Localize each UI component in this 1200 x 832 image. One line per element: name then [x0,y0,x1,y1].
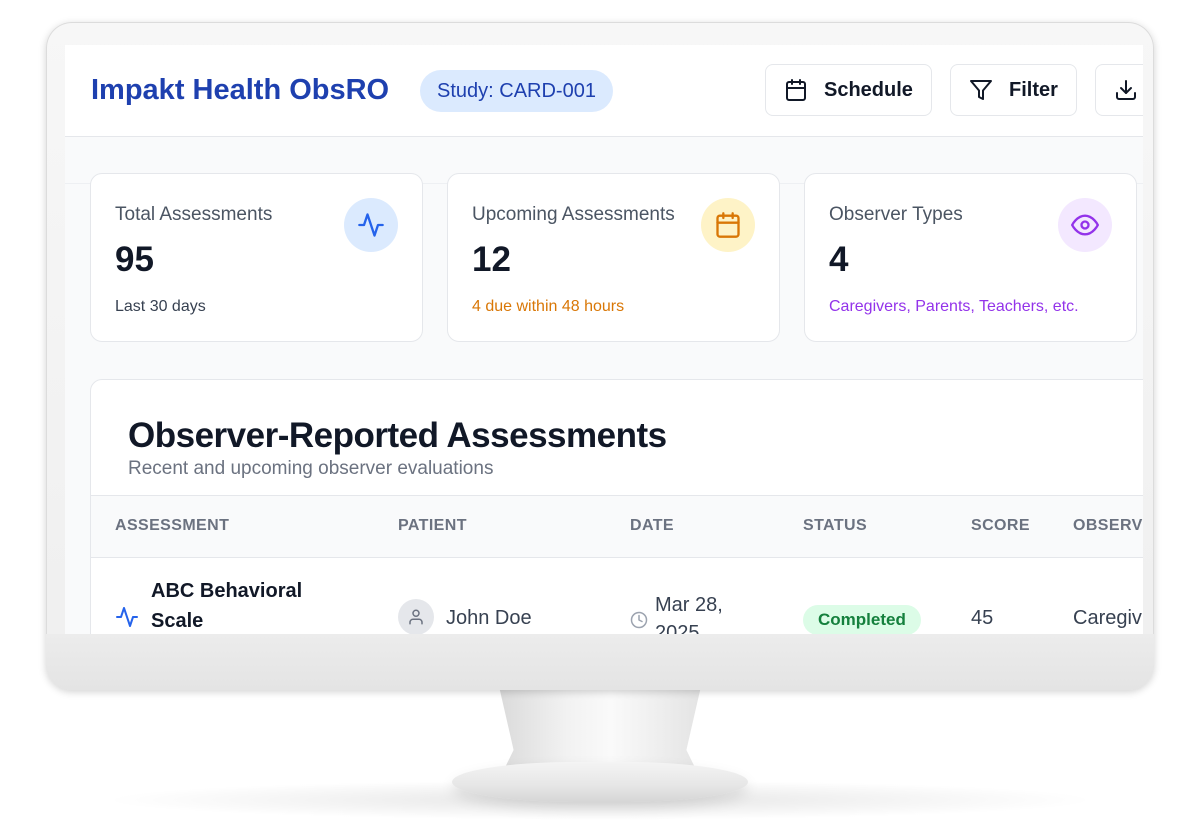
stat-value: 95 [115,240,154,279]
column-header-status[interactable]: STATUS [803,517,867,535]
activity-icon [116,607,138,627]
stat-subtitle: Last 30 days [115,298,206,315]
avatar [398,599,434,634]
status-badge: Completed [803,605,921,634]
app-screen: Impakt Health ObsRO Study: CARD-001 Sche… [65,45,1143,634]
column-header-observer[interactable]: OBSERVI [1073,517,1143,535]
stat-card-upcoming: Upcoming Assessments 12 4 due within 48 … [447,173,780,342]
column-header-assessment[interactable]: ASSESSMENT [115,517,229,535]
study-badge[interactable]: Study: CARD-001 [420,70,613,112]
assessments-panel: Observer-Reported Assessments Recent and… [90,379,1143,634]
panel-title: Observer-Reported Assessments [128,416,667,455]
top-bar: Impakt Health ObsRO Study: CARD-001 Sche… [65,45,1143,137]
calendar-icon [786,79,806,101]
assessment-date: Mar 28, 2025 [655,594,723,634]
calendar-icon [701,198,755,252]
column-header-score[interactable]: SCORE [971,517,1030,535]
stat-subtitle: 4 due within 48 hours [472,298,625,315]
assessment-name[interactable]: ABC Behavioral Scale [151,576,341,634]
clock-icon [630,611,648,629]
stat-title: Upcoming Assessments [472,204,675,225]
download-icon [1116,80,1136,100]
column-header-date[interactable]: DATE [630,517,674,535]
filter-button[interactable]: Filter [950,64,1077,116]
filter-label: Filter [1009,78,1058,101]
column-header-patient[interactable]: PATIENT [398,517,467,535]
activity-icon [344,198,398,252]
filter-icon [970,80,992,100]
brand-title: Impakt Health ObsRO [91,74,390,106]
patient-name: John Doe [446,607,532,629]
export-button[interactable] [1095,64,1143,116]
eye-icon [1058,198,1112,252]
table-header: ASSESSMENT PATIENT DATE STATUS SCORE OBS… [91,495,1143,558]
monitor-base [452,762,748,802]
user-icon [409,609,423,625]
stat-title: Observer Types [829,204,963,225]
table-row[interactable]: ABC Behavioral Scale John Doe Mar 28, 20… [91,557,1143,634]
stat-subtitle: Caregivers, Parents, Teachers, etc. [829,298,1079,315]
stat-value: 4 [829,240,849,279]
assessment-score: 45 [971,607,994,629]
panel-subtitle: Recent and upcoming observer evaluations [128,458,494,479]
monitor-chin [46,634,1154,690]
stat-value: 12 [472,240,511,279]
observer-type: Caregiv [1073,607,1142,629]
schedule-button[interactable]: Schedule [765,64,932,116]
stat-title: Total Assessments [115,204,273,225]
schedule-label: Schedule [824,78,913,101]
stat-card-total: Total Assessments 95 Last 30 days [90,173,423,342]
stat-card-observer-types: Observer Types 4 Caregivers, Parents, Te… [804,173,1137,342]
